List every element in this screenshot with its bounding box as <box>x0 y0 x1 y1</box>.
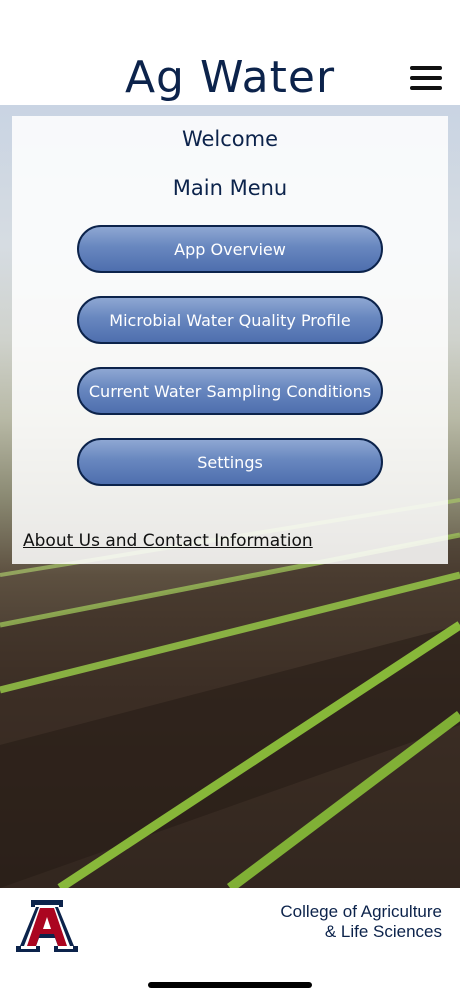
microbial-water-quality-profile-button[interactable]: Microbial Water Quality Profile <box>77 296 383 344</box>
university-a-logo <box>16 900 78 952</box>
app-title: Ag Water <box>124 52 336 103</box>
college-name-line2: & Life Sciences <box>324 922 442 941</box>
main-menu-heading: Main Menu <box>172 176 288 200</box>
hamburger-menu-icon[interactable] <box>410 66 442 90</box>
about-us-link[interactable]: About Us and Contact Information <box>23 531 313 551</box>
current-water-sampling-conditions-button[interactable]: Current Water Sampling Conditions <box>77 367 383 415</box>
welcome-heading: Welcome <box>181 127 279 151</box>
settings-button[interactable]: Settings <box>77 438 383 486</box>
app-overview-button[interactable]: App Overview <box>77 225 383 273</box>
college-name-line1: College of Agriculture <box>280 902 442 921</box>
home-indicator[interactable] <box>148 982 312 988</box>
